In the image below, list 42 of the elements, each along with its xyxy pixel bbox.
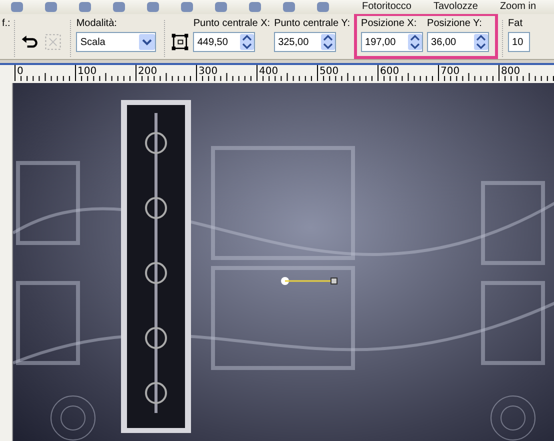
rotation-handle[interactable]	[281, 277, 338, 285]
toolbar-icon[interactable]	[181, 2, 193, 12]
field-label: Posizione X:	[361, 18, 418, 31]
toolbar-icon[interactable]	[11, 2, 23, 12]
ruler-label: 600	[380, 66, 400, 77]
toolbar-icon[interactable]	[113, 2, 125, 12]
number-field[interactable]: 36,00	[427, 32, 490, 52]
spin-arrows-icon[interactable]	[240, 34, 254, 50]
field-label: Punto centrale X:	[193, 18, 270, 31]
number-field[interactable]: 10	[508, 32, 530, 52]
toolbar-icon[interactable]	[79, 2, 91, 12]
menu-tab[interactable]: Fotoritocco	[362, 1, 412, 13]
toolbar-icon[interactable]	[147, 2, 159, 12]
toolbar-icon[interactable]	[317, 2, 329, 12]
field-label: Punto centrale Y:	[274, 18, 350, 31]
field-label: Posizione Y:	[427, 18, 483, 31]
toolbar-icon[interactable]	[45, 2, 57, 12]
menu-tab[interactable]: Zoom in	[500, 1, 536, 13]
field-label: Fat	[508, 18, 524, 31]
mode-dropdown[interactable]: Scala	[76, 32, 156, 52]
spin-arrows-icon[interactable]	[321, 34, 336, 50]
field-label: Modalità:	[76, 18, 118, 31]
ruler-label: 400	[259, 66, 278, 77]
chevron-icon[interactable]	[139, 34, 156, 50]
ruler-label: 700	[440, 66, 460, 77]
transform-icon[interactable]	[170, 32, 190, 52]
ruler-label: 800	[501, 66, 520, 77]
ruler-label: 100	[78, 66, 97, 77]
field-label: f.:	[2, 18, 10, 31]
number-field[interactable]: 449,50	[193, 32, 256, 52]
ruler-label: 200	[138, 66, 158, 77]
ruler-label: 0	[17, 66, 24, 77]
ruler-label: 500	[320, 66, 339, 77]
toolbar-icon[interactable]	[215, 2, 227, 12]
spin-arrows-icon[interactable]	[408, 34, 422, 50]
toolbar-icon[interactable]	[283, 2, 295, 12]
number-field[interactable]: 197,00	[361, 32, 424, 52]
number-field[interactable]: 325,00	[274, 32, 336, 52]
menu-tab[interactable]: Tavolozze	[433, 1, 478, 13]
toolbar-icon[interactable]	[249, 2, 261, 12]
spin-arrows-icon[interactable]	[474, 34, 488, 50]
ruler-label: 300	[198, 66, 218, 77]
